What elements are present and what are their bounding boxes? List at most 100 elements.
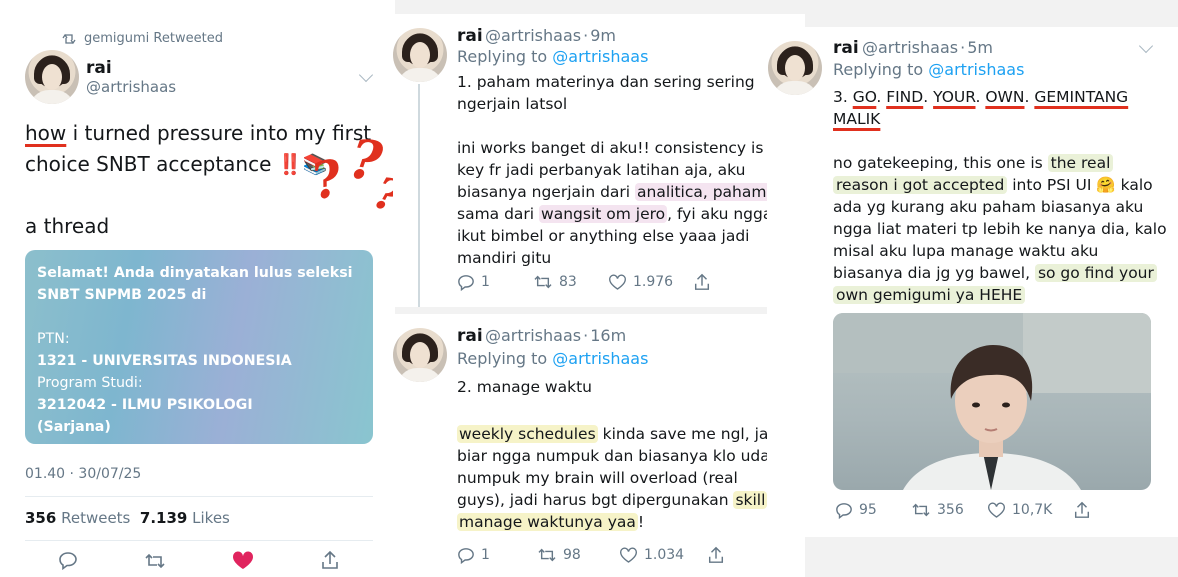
like-button[interactable]: 1.976 <box>608 274 693 291</box>
highlight-green: the real <box>1047 154 1114 172</box>
text-span: . <box>975 88 981 106</box>
text-line: ikut bimbel or anything else yaaa jadi <box>457 227 750 245</box>
replying-to: Replying to @artrishaas <box>457 349 648 368</box>
highlight-pink: wangsit om jero <box>539 205 668 223</box>
avatar[interactable] <box>393 328 447 382</box>
highlight-yellow: manage waktunya yaa <box>457 513 638 531</box>
share-button[interactable] <box>707 546 725 564</box>
author-handle[interactable]: @artrishaas · 16m <box>485 326 626 345</box>
card-ptn-value: 1321 - UNIVERSITAS INDONESIA <box>37 353 292 369</box>
replying-to: Replying to @artrishaas <box>457 47 648 66</box>
heart-icon <box>609 274 626 290</box>
like-icon-active[interactable] <box>232 551 254 570</box>
reply-icon[interactable] <box>58 551 78 570</box>
text-line: mandiri gitu <box>457 249 552 267</box>
highlight-pink: analitica, pahamif <box>635 183 779 201</box>
share-icon <box>1074 501 1090 518</box>
author-handle[interactable]: @artrishaas · 5m <box>862 38 993 57</box>
underlined-word: GEMINTANG <box>1034 88 1129 106</box>
highlight-yellow: skill <box>733 491 768 509</box>
handle-text: @artrishaas <box>862 38 959 57</box>
text-line: misal aku lupa manage waktu aku <box>833 242 1099 260</box>
text-span: sama dari <box>457 205 540 223</box>
retweet-icon <box>912 503 930 517</box>
share-button[interactable] <box>1073 501 1091 519</box>
author-handle[interactable]: @artrishaas <box>86 78 176 96</box>
text-line: ada yg kurang aku paham biasanya aku <box>833 198 1144 216</box>
thread-line <box>418 84 420 307</box>
tweet-time: 9m <box>590 26 616 45</box>
reply-button[interactable]: 1 <box>457 274 533 291</box>
author-name[interactable]: rai <box>457 26 483 46</box>
retweet-button[interactable]: 98 <box>537 547 619 563</box>
text-line: ngerjain latsol <box>457 95 568 113</box>
reply-button[interactable]: 95 <box>835 502 911 519</box>
author-handle[interactable]: @artrishaas · 9m <box>485 26 616 45</box>
like-button[interactable]: 1.034 <box>619 547 707 564</box>
attached-photo[interactable] <box>833 313 1151 490</box>
like-button[interactable]: 10,7K <box>987 502 1073 519</box>
reply-tweet-3[interactable]: rai @artrishaas · 5m Replying to @artrisha… <box>767 27 1178 537</box>
share-icon[interactable] <box>320 550 340 570</box>
chevron-down-icon[interactable] <box>358 67 374 83</box>
like-count: 10,7K <box>1012 502 1053 518</box>
avatar[interactable] <box>25 50 79 104</box>
chevron-down-icon[interactable] <box>1138 38 1154 54</box>
retweet-icon[interactable] <box>144 552 166 570</box>
avatar[interactable] <box>768 41 822 95</box>
author-name[interactable]: rai <box>833 38 859 58</box>
reply-icon <box>458 274 474 291</box>
handle-text: @artrishaas <box>485 326 582 345</box>
highlight-green: own gemigumi ya HEHE <box>833 286 1026 304</box>
action-bar: 95 356 10,7K <box>835 501 1091 519</box>
replying-label: Replying to <box>457 349 548 368</box>
engagement-stats: 356 Retweets 7.139 Likes <box>25 509 230 527</box>
underlined-word: YOUR <box>933 88 976 106</box>
retweet-context[interactable]: gemigumi Retweeted <box>62 31 223 46</box>
timestamp[interactable]: 01.40 · 30/07/25 <box>25 466 141 482</box>
text-span: . <box>876 88 882 106</box>
replying-to-link[interactable]: @artrishaas <box>552 47 648 66</box>
share-icon <box>694 273 710 290</box>
text-span: biasanya ngerjain dari <box>457 183 636 201</box>
reply-tweet-1[interactable]: rai @artrishaas · 9m Replying to @artrisha… <box>393 14 805 307</box>
avatar[interactable] <box>393 28 447 82</box>
retweets-label[interactable]: Retweets <box>61 509 130 527</box>
reply-button[interactable]: 1 <box>457 547 537 564</box>
card-prodi-value: 3212042 - ILMU PSIKOLOGI <box>37 397 253 413</box>
retweet-button[interactable]: 83 <box>533 274 608 290</box>
retweets-count[interactable]: 356 <box>25 509 56 527</box>
result-card-image[interactable]: Selamat! Anda dinyatakan lulus seleksi S… <box>25 250 373 444</box>
tweet-text-line2: choice SNBT acceptance <box>25 152 272 176</box>
heart-icon <box>620 547 637 563</box>
author-name[interactable]: rai <box>457 326 483 346</box>
share-icon <box>708 546 724 563</box>
retweet-icon <box>538 548 556 562</box>
retweet-small-icon <box>62 33 76 44</box>
replying-to-link[interactable]: @artrishaas <box>928 60 1024 79</box>
text-line: ngga liat materi tp lebih ke nanya dia, … <box>833 220 1167 238</box>
text-line: ini works banget di aku!! consistency is <box>457 139 764 157</box>
divider <box>25 540 373 541</box>
underlined-word: GO <box>852 88 877 106</box>
like-count: 1.976 <box>633 274 674 290</box>
replying-to-link[interactable]: @artrishaas <box>552 349 648 368</box>
author-name[interactable]: rai <box>86 58 112 78</box>
tweet-text-line3: a thread <box>25 214 110 238</box>
underlined-word: FIND <box>886 88 924 106</box>
replying-label: Replying to <box>833 60 924 79</box>
tweet-text: 3. GO. FIND. YOUR. OWN. GEMINTANG MALIK … <box>833 86 1173 306</box>
retweet-count: 83 <box>559 274 577 290</box>
retweet-button[interactable]: 356 <box>911 502 987 518</box>
tweet-time: 16m <box>590 326 627 345</box>
text-line: key fr jadi perbanyak latihan aja, aku <box>457 161 746 179</box>
replying-to: Replying to @artrishaas <box>833 60 1024 79</box>
text-span: guys), jadi harus bgt dipergunakan <box>457 491 734 509</box>
likes-count[interactable]: 7.139 <box>140 509 187 527</box>
share-button[interactable] <box>693 273 711 291</box>
tweet-time: 5m <box>967 38 993 57</box>
likes-label[interactable]: Likes <box>192 509 230 527</box>
tweet-text: 2. manage waktu weekly schedules kinda s… <box>457 376 802 533</box>
reply-tweet-2[interactable]: rai @artrishaas · 16m Replying to @artrish… <box>393 314 805 577</box>
handle-text: @artrishaas <box>485 26 582 45</box>
